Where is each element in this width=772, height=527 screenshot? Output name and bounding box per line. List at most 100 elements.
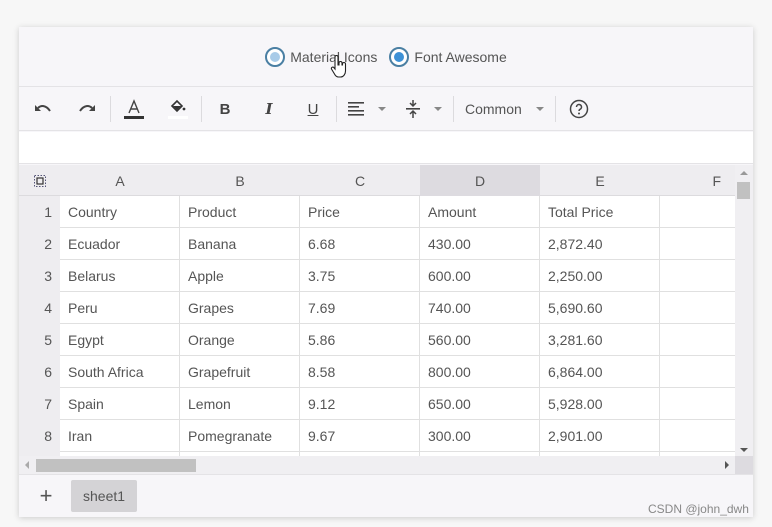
cell-c1[interactable]: Price xyxy=(300,196,420,228)
cell-e2[interactable]: 2,872.40 xyxy=(540,228,660,260)
redo-button[interactable] xyxy=(65,88,109,131)
cell-f4[interactable] xyxy=(660,292,735,324)
toolbar-divider xyxy=(201,96,202,122)
cell-e3[interactable]: 2,250.00 xyxy=(540,260,660,292)
radio-label-font-awesome: Font Awesome xyxy=(414,48,507,65)
cell-b1[interactable]: Product xyxy=(180,196,300,228)
cell-d2[interactable]: 430.00 xyxy=(420,228,540,260)
cell-e1[interactable]: Total Price xyxy=(540,196,660,228)
cell-f7[interactable] xyxy=(660,388,735,420)
italic-button[interactable]: I xyxy=(247,88,291,131)
cell-f1[interactable] xyxy=(660,196,735,228)
cell-d5[interactable]: 560.00 xyxy=(420,324,540,356)
cell-f3[interactable] xyxy=(660,260,735,292)
chevron-down-icon xyxy=(434,107,442,111)
add-sheet-button[interactable]: + xyxy=(35,485,57,507)
scroll-up-icon[interactable] xyxy=(740,171,748,175)
cell-e4[interactable]: 5,690.60 xyxy=(540,292,660,324)
cell-c3[interactable]: 3.75 xyxy=(300,260,420,292)
fill-color-button[interactable] xyxy=(156,88,200,131)
cell-c6[interactable]: 8.58 xyxy=(300,356,420,388)
row-header[interactable]: 1 xyxy=(19,196,60,228)
cell-e8[interactable]: 2,901.00 xyxy=(540,420,660,452)
column-header-e[interactable]: E xyxy=(540,165,660,196)
sheet-tab[interactable]: sheet1 xyxy=(71,480,138,512)
column-header-d[interactable]: D xyxy=(420,165,540,196)
cell-e5[interactable]: 3,281.60 xyxy=(540,324,660,356)
cell-b8[interactable]: Pomegranate xyxy=(180,420,300,452)
select-all-corner[interactable] xyxy=(19,165,60,196)
cell-a4[interactable]: Peru xyxy=(60,292,180,324)
table-row: 8 Iran Pomegranate 9.67 300.00 2,901.00 xyxy=(19,420,735,452)
text-color-button[interactable] xyxy=(112,88,156,131)
column-header-b[interactable]: B xyxy=(180,165,300,196)
table-row: 5 Egypt Orange 5.86 560.00 3,281.60 xyxy=(19,324,735,356)
vertical-scrollbar[interactable] xyxy=(735,165,753,456)
icon-set-selector: Material Icons Font Awesome xyxy=(19,27,753,87)
scrollbar-corner xyxy=(735,456,753,474)
cell-f8[interactable] xyxy=(660,420,735,452)
cell-b5[interactable]: Orange xyxy=(180,324,300,356)
cell-e6[interactable]: 6,864.00 xyxy=(540,356,660,388)
cell-b4[interactable]: Grapes xyxy=(180,292,300,324)
radio-button-font-awesome[interactable] xyxy=(389,46,410,67)
row-header[interactable]: 8 xyxy=(19,420,60,452)
row-header[interactable]: 3 xyxy=(19,260,60,292)
cell-b2[interactable]: Banana xyxy=(180,228,300,260)
cell-c7[interactable]: 9.12 xyxy=(300,388,420,420)
vertical-scroll-thumb[interactable] xyxy=(737,182,750,199)
cell-e7[interactable]: 5,928.00 xyxy=(540,388,660,420)
cell-a5[interactable]: Egypt xyxy=(60,324,180,356)
cell-a6[interactable]: South Africa xyxy=(60,356,180,388)
row-header[interactable]: 2 xyxy=(19,228,60,260)
underline-button[interactable]: U xyxy=(291,88,335,131)
scroll-down-icon[interactable] xyxy=(740,448,748,452)
undo-button[interactable] xyxy=(21,88,65,131)
cell-c2[interactable]: 6.68 xyxy=(300,228,420,260)
table-row: 6 South Africa Grapefruit 8.58 800.00 6,864.0… xyxy=(19,356,735,388)
formula-bar[interactable] xyxy=(19,132,753,164)
bold-button[interactable]: B xyxy=(203,88,247,131)
radio-font-awesome[interactable]: Font Awesome xyxy=(389,46,507,67)
table-row: 7 Spain Lemon 9.12 650.00 5,928.00 xyxy=(19,388,735,420)
column-header-f[interactable]: F xyxy=(660,165,735,196)
cell-d8[interactable]: 300.00 xyxy=(420,420,540,452)
cell-a8[interactable]: Iran xyxy=(60,420,180,452)
cell-c4[interactable]: 7.69 xyxy=(300,292,420,324)
row-header[interactable]: 5 xyxy=(19,324,60,356)
cell-c5[interactable]: 5.86 xyxy=(300,324,420,356)
cell-d3[interactable]: 600.00 xyxy=(420,260,540,292)
cell-f6[interactable] xyxy=(660,356,735,388)
horizontal-align-dropdown[interactable] xyxy=(338,88,396,131)
toolbar: B I U Common xyxy=(19,88,753,131)
cell-d4[interactable]: 740.00 xyxy=(420,292,540,324)
row-header[interactable]: 6 xyxy=(19,356,60,388)
column-header-a[interactable]: A xyxy=(60,165,180,196)
row-header[interactable]: 4 xyxy=(19,292,60,324)
horizontal-scroll-thumb[interactable] xyxy=(36,459,196,472)
column-header-c[interactable]: C xyxy=(300,165,420,196)
cell-b3[interactable]: Apple xyxy=(180,260,300,292)
cell-a1[interactable]: Country xyxy=(60,196,180,228)
cell-d7[interactable]: 650.00 xyxy=(420,388,540,420)
cell-d6[interactable]: 800.00 xyxy=(420,356,540,388)
cell-a3[interactable]: Belarus xyxy=(60,260,180,292)
scroll-left-icon[interactable] xyxy=(25,461,29,469)
radio-material-icons[interactable]: Material Icons xyxy=(265,46,377,67)
horizontal-scrollbar[interactable] xyxy=(19,456,735,474)
vertical-align-dropdown[interactable] xyxy=(396,88,452,131)
row-header[interactable]: 7 xyxy=(19,388,60,420)
cell-b7[interactable]: Lemon xyxy=(180,388,300,420)
cell-d1[interactable]: Amount xyxy=(420,196,540,228)
scroll-right-icon[interactable] xyxy=(725,461,729,469)
cell-f2[interactable] xyxy=(660,228,735,260)
cell-a7[interactable]: Spain xyxy=(60,388,180,420)
radio-button-material[interactable] xyxy=(265,46,286,67)
text-color-icon xyxy=(124,99,144,119)
cell-b6[interactable]: Grapefruit xyxy=(180,356,300,388)
cell-f5[interactable] xyxy=(660,324,735,356)
help-button[interactable] xyxy=(557,88,601,131)
cell-c8[interactable]: 9.67 xyxy=(300,420,420,452)
cell-a2[interactable]: Ecuador xyxy=(60,228,180,260)
number-format-dropdown[interactable]: Common xyxy=(455,88,554,131)
